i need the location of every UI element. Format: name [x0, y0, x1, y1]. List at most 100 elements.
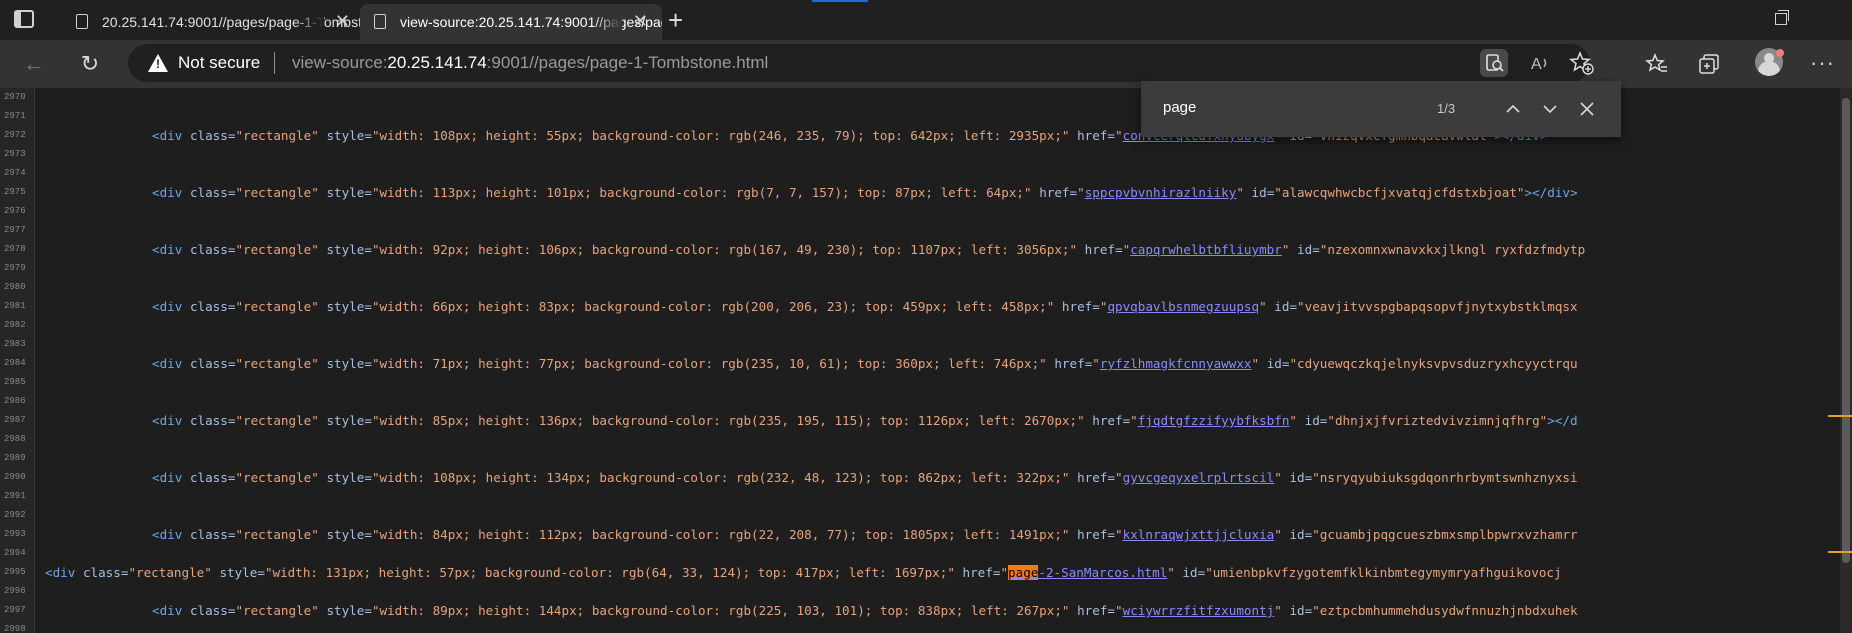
url-text[interactable]: view-source:20.25.141.74:9001//pages/pag…: [292, 53, 768, 73]
restore-window-icon[interactable]: [1775, 10, 1789, 25]
collections-icon[interactable]: [1697, 52, 1721, 76]
source-code: <div class="rectangle" style="width: 71p…: [152, 356, 1578, 371]
line-number: 2980: [4, 282, 26, 292]
source-link[interactable]: fjqdtgfzzifyybfksbfn: [1138, 413, 1290, 428]
line-number: 2979: [4, 263, 26, 273]
refresh-button[interactable]: ↻: [74, 48, 106, 80]
accent-bar: [812, 0, 868, 2]
line-number: 2996: [4, 586, 26, 596]
source-line: 2992: [0, 506, 1840, 525]
line-number: 2991: [4, 491, 26, 501]
source-link[interactable]: capqrwhelbtbfliuymbr: [1130, 242, 1282, 257]
line-number: 2988: [4, 434, 26, 444]
scrollbar-match-marker: [1828, 551, 1852, 553]
source-line: 2978 <div class="rectangle" style="width:…: [0, 240, 1840, 259]
read-aloud-icon[interactable]: A: [1526, 49, 1554, 77]
source-code: <div class="rectangle" style="width: 89p…: [152, 603, 1578, 618]
line-number: 2975: [4, 187, 26, 197]
source-code: <div class="rectangle" style="width: 92p…: [152, 242, 1586, 257]
source-line: 2982: [0, 316, 1840, 335]
find-bar: page 1/3: [1141, 81, 1621, 137]
source-line: 2976: [0, 202, 1840, 221]
line-number: 2976: [4, 206, 26, 216]
source-link[interactable]: gyvcgeqyxelrplrtscil: [1123, 470, 1275, 485]
source-line: 2987 <div class="rectangle" style="width:…: [0, 411, 1840, 430]
source-link[interactable]: kxlnraqwjxttjjcluxia: [1123, 527, 1275, 542]
source-line: 2991: [0, 487, 1840, 506]
line-number: 2993: [4, 529, 26, 539]
line-number: 2986: [4, 396, 26, 406]
new-tab-button[interactable]: +: [668, 6, 683, 34]
scrollbar-thumb[interactable]: [1842, 98, 1850, 563]
close-icon[interactable]: ✕: [335, 12, 350, 30]
tab-actions-icon[interactable]: [14, 10, 34, 28]
source-line: 2995 <div class="rectangle" style="width:…: [0, 563, 1840, 582]
favorites-icon[interactable]: [1645, 52, 1669, 76]
line-number: 2977: [4, 225, 26, 235]
line-number: 2970: [4, 92, 26, 102]
source-link[interactable]: qpvqbavlbsnmegzuupsq: [1107, 299, 1259, 314]
source-line: 2979: [0, 259, 1840, 278]
security-label[interactable]: Not secure: [178, 53, 260, 73]
line-number: 2992: [4, 510, 26, 520]
add-favorite-icon[interactable]: [1568, 49, 1596, 77]
source-code: <div class="rectangle" style="width: 66p…: [152, 299, 1578, 314]
more-menu-icon[interactable]: ···: [1810, 50, 1835, 76]
source-line: 2973: [0, 145, 1840, 164]
source-line: 2986: [0, 392, 1840, 411]
line-number: 2981: [4, 301, 26, 311]
source-link[interactable]: ryfzlhmagkfcnnyawwxx: [1100, 356, 1252, 371]
source-line: 2993 <div class="rectangle" style="width:…: [0, 525, 1840, 544]
close-icon[interactable]: ✕: [633, 12, 648, 30]
svg-text:A: A: [1531, 56, 1542, 73]
find-input[interactable]: page: [1163, 99, 1196, 116]
scrollbar-match-marker: [1828, 415, 1852, 417]
line-number: 2978: [4, 244, 26, 254]
find-previous-icon[interactable]: [1499, 95, 1527, 123]
line-number: 2984: [4, 358, 26, 368]
line-number: 2987: [4, 415, 26, 425]
source-line: 2996: [0, 582, 1840, 601]
tab-strip: 20.25.141.74:9001//pages/page-1-Tombston…: [0, 0, 1852, 40]
source-line: 2974: [0, 164, 1840, 183]
tab-title: view-source:20.25.141.74:9001//pages/pag…: [400, 14, 662, 30]
line-number: 2971: [4, 111, 26, 121]
line-number: 2994: [4, 548, 26, 558]
source-view[interactable]: 2970 2971 2972 <div class="rectangle" style…: [0, 88, 1840, 633]
page-icon: [374, 14, 386, 29]
source-line: 2983: [0, 335, 1840, 354]
notification-dot: [1776, 49, 1784, 57]
source-code: <div class="rectangle" style="width: 84p…: [152, 527, 1578, 542]
source-line: 2997 <div class="rectangle" style="width:…: [0, 601, 1840, 620]
line-number: 2989: [4, 453, 26, 463]
address-bar[interactable]: Not secure view-source:20.25.141.74:9001…: [128, 44, 1594, 82]
source-link[interactable]: sppcpvbvnhirazlniiky: [1085, 185, 1237, 200]
source-line: 2990 <div class="rectangle" style="width:…: [0, 468, 1840, 487]
source-line: 2975 <div class="rectangle" style="width:…: [0, 183, 1840, 202]
source-line: 2994: [0, 544, 1840, 563]
line-number: 2998: [4, 624, 26, 633]
find-in-page-icon[interactable]: [1480, 49, 1508, 77]
line-number: 2974: [4, 168, 26, 178]
line-number: 2995: [4, 567, 26, 577]
tab-title: 20.25.141.74:9001//pages/page-1-Tombston…: [102, 14, 364, 30]
source-line: 2980: [0, 278, 1840, 297]
source-line: 2998: [0, 620, 1840, 633]
find-match-count: 1/3: [1437, 101, 1456, 116]
line-number: 2997: [4, 605, 26, 615]
source-link[interactable]: wciywrrzfitfzxumontj: [1123, 603, 1275, 618]
find-next-icon[interactable]: [1536, 95, 1564, 123]
find-close-icon[interactable]: [1573, 95, 1601, 123]
source-code: <div class="rectangle" style="width: 113…: [152, 185, 1578, 200]
back-button[interactable]: ←: [18, 48, 50, 80]
tab-page[interactable]: 20.25.141.74:9001//pages/page-1-Tombston…: [62, 4, 364, 40]
source-code: <div class="rectangle" style="width: 85p…: [152, 413, 1578, 428]
source-code: <div class="rectangle" style="width: 108…: [152, 470, 1578, 485]
tab-view-source[interactable]: view-source:20.25.141.74:9001//pages/pag…: [360, 4, 662, 40]
source-line: 2984 <div class="rectangle" style="width:…: [0, 354, 1840, 373]
line-number: 2973: [4, 149, 26, 159]
source-line: 2989: [0, 449, 1840, 468]
source-link[interactable]: page-2-SanMarcos.html: [1008, 565, 1167, 580]
warning-icon[interactable]: [148, 54, 168, 72]
source-line: 2988: [0, 430, 1840, 449]
